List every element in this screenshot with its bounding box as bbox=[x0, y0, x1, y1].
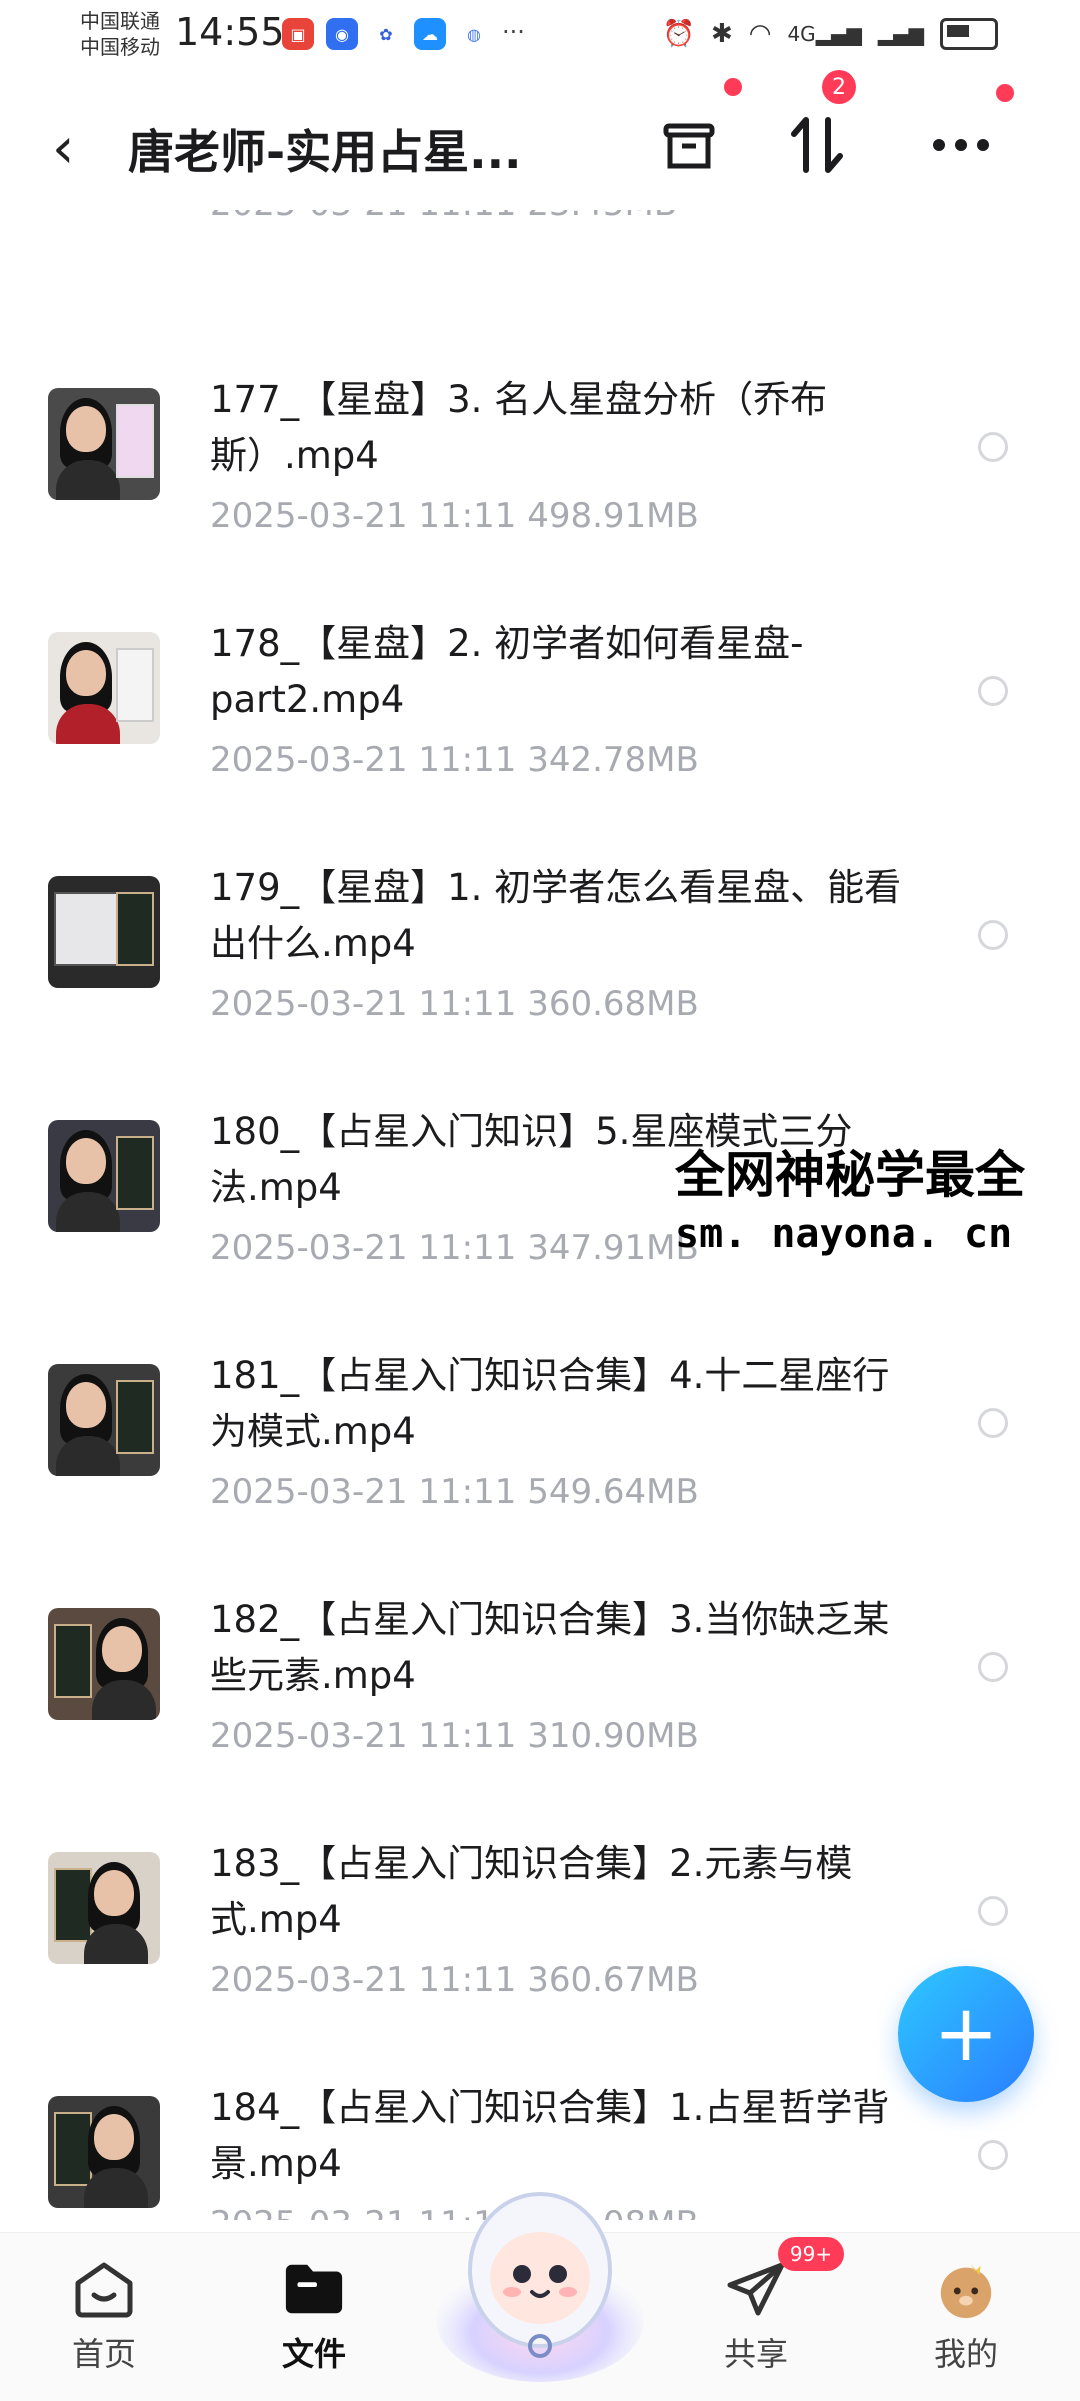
file-meta: 2025-03-21 11:11 342.78MB bbox=[210, 740, 699, 780]
select-radio[interactable] bbox=[978, 1408, 1008, 1438]
sort-icon bbox=[791, 117, 843, 173]
trash-button[interactable] bbox=[654, 110, 724, 180]
select-radio[interactable] bbox=[978, 920, 1008, 950]
video-thumbnail bbox=[48, 1120, 160, 1232]
watermark-line-2: sm. nayona. cn bbox=[675, 1211, 1013, 1257]
video-thumbnail bbox=[48, 1608, 160, 1720]
assistant-mascot-button[interactable] bbox=[432, 2170, 648, 2386]
video-thumbnail bbox=[48, 2096, 160, 2208]
nav-home[interactable]: 首页 bbox=[34, 2257, 174, 2375]
carrier-info: 中国联通 中国移动 bbox=[80, 8, 160, 60]
page-title: 唐老师-实用占星... bbox=[128, 125, 522, 179]
nav-share[interactable]: 共享 bbox=[686, 2257, 826, 2375]
file-row[interactable]: 179_【星盘】1. 初学者怎么看星盘、能看出什么.mp4 2025-03-21… bbox=[0, 812, 1080, 1056]
wifi-icon: ◠ bbox=[748, 19, 772, 49]
file-name: 179_【星盘】1. 初学者怎么看星盘、能看出什么.mp4 bbox=[210, 866, 902, 965]
file-row[interactable]: 182_【占星入门知识合集】3.当你缺乏某些元素.mp4 2025-03-21 … bbox=[0, 1544, 1080, 1788]
notification-icons: ▣ ◉ ✿ ☁ ◍ ··· bbox=[282, 18, 525, 50]
nav-files-label: 文件 bbox=[281, 2335, 346, 2373]
file-meta: 2025-03-21 11:11 360.67MB bbox=[210, 1960, 699, 2000]
file-meta: 2025-03-21 11:11 310.90MB bbox=[210, 1716, 699, 1756]
carrier-1: 中国联通 bbox=[80, 9, 160, 33]
more-button[interactable] bbox=[926, 110, 996, 180]
select-radio[interactable] bbox=[978, 1652, 1008, 1682]
file-meta: 2025-03-21 11:11 360.68MB bbox=[210, 984, 699, 1024]
file-row[interactable]: 181_【占星入门知识合集】4.十二星座行为模式.mp4 2025-03-21 … bbox=[0, 1300, 1080, 1544]
file-meta: 2025-03-21 11:11 347.91MB bbox=[210, 1228, 699, 1268]
status-bar: 中国联通 中国移动 14:55 ▣ ◉ ✿ ☁ ◍ ··· ⏰ ✱ ◠ 4G▂▄… bbox=[0, 0, 1080, 80]
file-name: 177_【星盘】3. 名人星盘分析（乔布斯）.mp4 bbox=[210, 378, 828, 477]
signal-icon-2: ▂▄▆ bbox=[877, 22, 924, 46]
add-icon: + bbox=[933, 1989, 999, 2079]
watermark-line-1: 全网神秘学最全 bbox=[675, 1146, 1025, 1204]
video-thumbnail bbox=[48, 1852, 160, 1964]
signal-icon: 4G▂▄▆ bbox=[787, 22, 862, 46]
header: ‹ 唐老师-实用占星... 2 bbox=[0, 70, 1080, 210]
nav-files[interactable]: 文件 bbox=[244, 2257, 384, 2375]
file-row[interactable]: 177_【星盘】3. 名人星盘分析（乔布斯）.mp4 2025-03-21 11… bbox=[0, 324, 1080, 568]
share-badge: 99+ bbox=[778, 2237, 844, 2271]
notification-dot bbox=[996, 84, 1014, 102]
system-icons: ⏰ ✱ ◠ 4G▂▄▆ ▂▄▆ bbox=[663, 18, 998, 50]
bluetooth-icon: ✱ bbox=[710, 19, 733, 49]
file-row[interactable]: 178_【星盘】2. 初学者如何看星盘-part2.mp4 2025-03-21… bbox=[0, 568, 1080, 812]
select-radio[interactable] bbox=[978, 676, 1008, 706]
app-notification-icon: ✿ bbox=[370, 18, 402, 50]
app-notification-icon: ▣ bbox=[282, 18, 314, 50]
folder-icon bbox=[282, 2257, 346, 2321]
nav-share-label: 共享 bbox=[723, 2335, 788, 2373]
more-icon bbox=[933, 139, 989, 151]
profile-icon bbox=[934, 2257, 998, 2321]
file-name: 178_【星盘】2. 初学者如何看星盘-part2.mp4 bbox=[210, 622, 804, 721]
video-thumbnail bbox=[48, 1364, 160, 1476]
share-icon bbox=[724, 2257, 788, 2321]
file-name: 182_【占星入门知识合集】3.当你缺乏某些元素.mp4 bbox=[210, 1598, 890, 1697]
carrier-2: 中国移动 bbox=[80, 35, 160, 59]
nav-mine-label: 我的 bbox=[933, 2335, 998, 2373]
battery-icon bbox=[940, 18, 998, 50]
file-meta: 2025-03-21 11:11 23.45MB bbox=[210, 210, 677, 224]
video-thumbnail bbox=[48, 632, 160, 744]
video-thumbnail bbox=[48, 388, 160, 500]
transfer-badge: 2 bbox=[822, 70, 856, 104]
back-icon[interactable]: ‹ bbox=[52, 116, 74, 181]
video-thumbnail bbox=[48, 876, 160, 988]
trash-icon bbox=[663, 123, 715, 169]
file-meta: 2025-03-21 11:11 549.64MB bbox=[210, 1472, 699, 1512]
select-radio[interactable] bbox=[978, 1896, 1008, 1926]
sort-button[interactable] bbox=[782, 110, 852, 180]
more-notifications-icon: ··· bbox=[502, 18, 525, 46]
file-meta: 2025-03-21 11:11 498.91MB bbox=[210, 496, 699, 536]
select-radio[interactable] bbox=[978, 2140, 1008, 2170]
add-button[interactable]: + bbox=[898, 1966, 1034, 2102]
app-notification-icon: ◍ bbox=[458, 18, 490, 50]
file-name: 183_【占星入门知识合集】2.元素与模式.mp4 bbox=[210, 1842, 853, 1941]
select-radio[interactable] bbox=[978, 432, 1008, 462]
notification-dot bbox=[724, 78, 742, 96]
alarm-icon: ⏰ bbox=[662, 19, 695, 49]
watermark-overlay: 全网神秘学最全 sm. nayona. cn bbox=[675, 1135, 1025, 1257]
weather-icon: ☁ bbox=[414, 18, 446, 50]
app-notification-icon: ◉ bbox=[326, 18, 358, 50]
nav-mine[interactable]: 我的 bbox=[896, 2257, 1036, 2375]
home-icon bbox=[72, 2257, 136, 2321]
file-name: 181_【占星入门知识合集】4.十二星座行为模式.mp4 bbox=[210, 1354, 890, 1453]
nav-home-label: 首页 bbox=[71, 2335, 136, 2373]
status-time: 14:55 bbox=[175, 10, 285, 54]
